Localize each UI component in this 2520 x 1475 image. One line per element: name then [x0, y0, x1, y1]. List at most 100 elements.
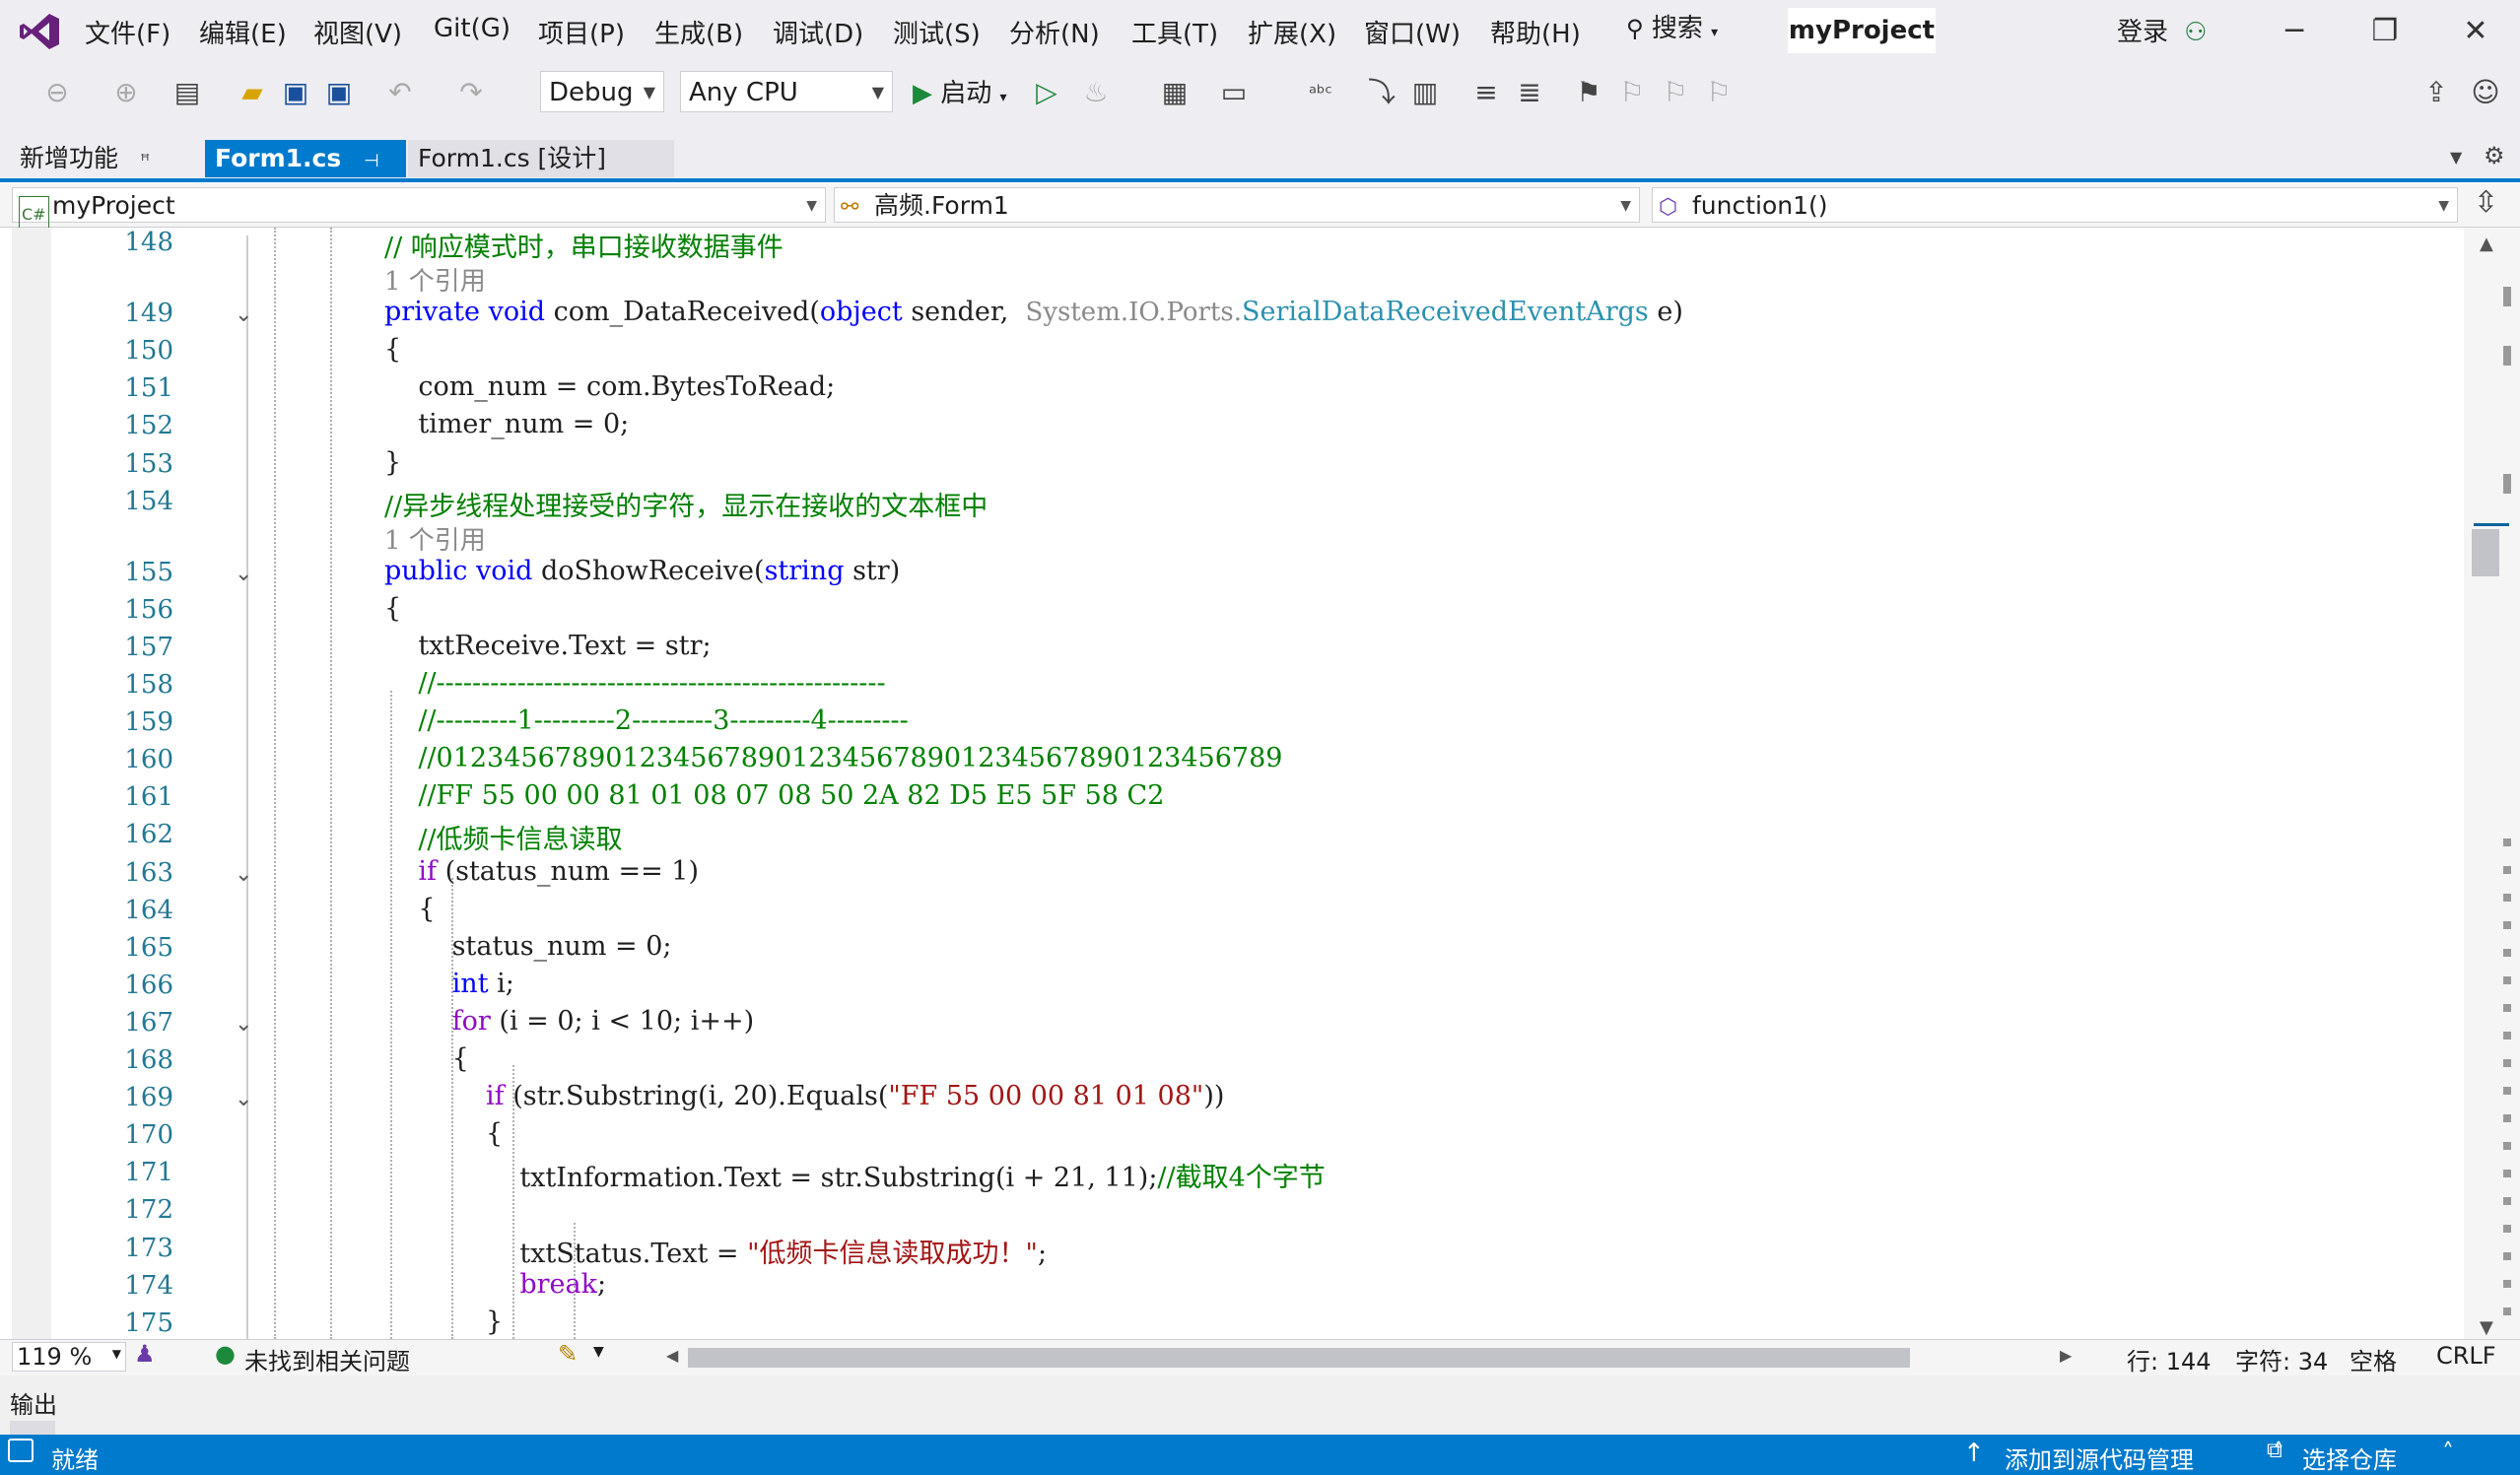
code-line[interactable]: //--------------------------------------… — [384, 668, 885, 699]
menu-item[interactable]: 文件(F) — [85, 14, 170, 50]
gear-icon[interactable]: ⚙ — [2484, 142, 2505, 169]
code-line[interactable]: break; — [384, 1269, 606, 1300]
output-tab[interactable]: 输出 — [10, 1385, 57, 1420]
solution-explorer-icon[interactable]: ▦ — [1157, 75, 1192, 110]
bookmark-icon[interactable]: ⚑ — [1571, 75, 1606, 110]
code-line[interactable]: timer_num = 0; — [384, 409, 629, 439]
scroll-left-icon[interactable]: ◀ — [666, 1346, 678, 1365]
notification-icon[interactable] — [8, 1439, 34, 1462]
format-icon[interactable]: ▥ — [1407, 75, 1443, 110]
hot-reload-icon[interactable]: ♨ — [1078, 75, 1114, 110]
save-icon[interactable]: ▣ — [278, 75, 313, 110]
scroll-right-icon[interactable]: ▶ — [2060, 1346, 2072, 1365]
code-line[interactable]: public void doShowReceive(string str) — [384, 556, 900, 586]
health-icon[interactable]: ♟ — [134, 1340, 156, 1368]
code-line[interactable]: { — [384, 1043, 469, 1074]
code-line[interactable]: { — [384, 1118, 503, 1149]
pin-icon[interactable]: ꟸ — [140, 151, 150, 171]
share-icon[interactable]: ⇪ — [2418, 75, 2454, 110]
tab-form1-cs[interactable]: Form1.cs ⊣ ✕ — [205, 140, 406, 213]
line-indicator[interactable]: 行: 144 — [2127, 1342, 2212, 1376]
platform-select[interactable]: Any CPU ▼ — [680, 71, 893, 112]
back-icon[interactable]: ⊖ — [39, 75, 75, 110]
forward-icon[interactable]: ⊕ — [108, 75, 144, 110]
line-ending-indicator[interactable]: CRLF — [2436, 1342, 2496, 1370]
save-all-icon[interactable]: ▣ — [321, 75, 357, 110]
login-button[interactable]: 登录 ⚇ — [2117, 12, 2208, 48]
menu-item[interactable]: 分析(N) — [1009, 14, 1100, 50]
next-bookmark-icon[interactable]: ⚐ — [1658, 75, 1693, 110]
code-line[interactable]: com_num = com.BytesToRead; — [384, 371, 835, 402]
menu-item[interactable]: 编辑(E) — [199, 14, 287, 50]
code-line[interactable]: txtInformation.Text = str.Substring(i + … — [384, 1156, 1325, 1194]
fold-toggle-icon[interactable]: ⌄ — [235, 562, 252, 586]
code-line[interactable]: //01234567890123456789012345678901234567… — [384, 743, 1282, 773]
code-line[interactable]: txtReceive.Text = str; — [384, 631, 711, 661]
cleanup-icon[interactable]: ✎ — [558, 1340, 578, 1368]
menu-item[interactable]: 帮助(H) — [1490, 14, 1581, 50]
new-item-icon[interactable]: ▤ — [170, 75, 205, 110]
menu-item[interactable]: 视图(V) — [313, 14, 402, 50]
open-folder-icon[interactable]: ▰ — [235, 75, 270, 110]
code-line[interactable]: } — [384, 447, 401, 478]
restore-button[interactable]: ❐ — [2355, 10, 2415, 53]
feedback-icon[interactable]: ☺ — [2468, 75, 2503, 110]
spell-check-icon[interactable]: ᵃᵇᶜ — [1303, 75, 1338, 110]
code-line[interactable]: if (str.Substring(i, 20).Equals("FF 55 0… — [384, 1081, 1224, 1111]
undo-icon[interactable]: ↶ — [382, 75, 418, 110]
reference-count-lens[interactable]: 1 个引用 — [384, 520, 486, 557]
tab-whats-new[interactable]: 新增功能 ꟸ — [10, 140, 203, 177]
reference-count-lens[interactable]: 1 个引用 — [384, 261, 486, 298]
code-line[interactable]: //异步线程处理接受的字符，显示在接收的文本框中 — [384, 485, 988, 523]
start-without-debug-icon[interactable]: ▷ — [1029, 75, 1064, 110]
outdent-icon[interactable]: ≣ — [1512, 75, 1547, 110]
code-line[interactable]: //---------1---------2---------3--------… — [384, 705, 908, 736]
close-button[interactable]: ✕ — [2446, 10, 2505, 53]
fold-toggle-icon[interactable]: ⌄ — [235, 302, 252, 327]
menu-item[interactable]: 生成(B) — [654, 14, 743, 50]
project-dropdown[interactable]: C# myProject ▼ — [12, 187, 826, 234]
class-dropdown[interactable]: ⚯ 高频.Form1 ▼ — [834, 187, 1640, 223]
fold-toggle-icon[interactable]: ⌄ — [235, 862, 252, 887]
code-line[interactable]: status_num = 0; — [384, 931, 672, 962]
layout-icon[interactable]: ▭ — [1216, 75, 1252, 110]
menu-item[interactable]: 测试(S) — [893, 14, 981, 50]
vertical-scrollbar[interactable]: ▲ ▼ — [2464, 228, 2520, 1339]
start-button[interactable]: ▶ 启动 ▾ — [913, 73, 1007, 109]
code-line[interactable]: int i; — [384, 969, 514, 999]
chevron-down-icon[interactable]: ▼ — [593, 1344, 604, 1360]
tab-overflow-icon[interactable]: ▼ — [2450, 148, 2462, 167]
code-line[interactable]: { — [384, 894, 435, 924]
redo-icon[interactable]: ↷ — [453, 75, 489, 110]
menu-item[interactable]: 工具(T) — [1131, 14, 1218, 50]
indent-icon[interactable]: ≡ — [1468, 75, 1504, 110]
clear-bookmark-icon[interactable]: ⚐ — [1701, 75, 1737, 110]
code-line[interactable]: private void com_DataReceived(object sen… — [384, 297, 1683, 327]
minimize-button[interactable]: ─ — [2265, 10, 2324, 53]
search-box[interactable]: ⚲ 搜索 ▾ — [1626, 8, 1774, 53]
whitespace-indicator[interactable]: 空格 — [2350, 1342, 2397, 1376]
select-repository[interactable]: 选择仓库 — [2302, 1441, 2397, 1475]
scroll-down-icon[interactable]: ▼ — [2480, 1317, 2493, 1338]
code-line[interactable]: { — [384, 334, 401, 365]
tab-form1-designer[interactable]: Form1.cs [设计] — [408, 140, 674, 177]
menu-item[interactable]: Git(G) — [434, 14, 511, 43]
chevron-up-icon[interactable]: ˄ — [2442, 1439, 2454, 1466]
menu-item[interactable]: 调试(D) — [773, 14, 863, 50]
add-to-source-control[interactable]: 添加到源代码管理 — [2005, 1441, 2194, 1475]
fold-toggle-icon[interactable]: ⌄ — [235, 1087, 252, 1111]
horizontal-scroll-thumb[interactable] — [688, 1348, 1910, 1368]
column-indicator[interactable]: 字符: 34 — [2235, 1342, 2328, 1376]
pin-icon[interactable]: ⊣ — [364, 151, 379, 171]
code-line[interactable]: // 响应模式时，串口接收数据事件 — [384, 228, 783, 264]
visual-studio-logo-icon[interactable] — [18, 10, 61, 53]
menu-item[interactable]: 项目(P) — [538, 14, 625, 50]
code-line[interactable]: if (status_num == 1) — [384, 856, 699, 887]
code-line[interactable]: //FF 55 00 00 81 01 08 07 08 50 2A 82 D5… — [384, 780, 1164, 811]
menu-item[interactable]: 扩展(X) — [1248, 14, 1336, 50]
menu-item[interactable]: 窗口(W) — [1364, 14, 1461, 50]
code-line[interactable]: } — [384, 1307, 503, 1337]
code-line[interactable]: txtStatus.Text = "低频卡信息读取成功！"; — [384, 1232, 1047, 1270]
prev-bookmark-icon[interactable]: ⚐ — [1614, 75, 1650, 110]
code-line[interactable]: for (i = 0; i < 10; i++) — [384, 1006, 754, 1037]
